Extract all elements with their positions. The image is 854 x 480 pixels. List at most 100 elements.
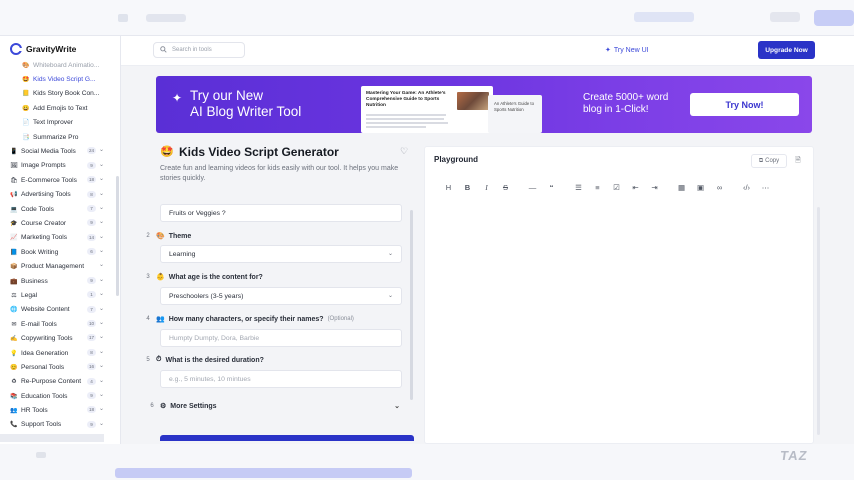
sidebar-item-icon: 📦 [10,264,18,271]
logo-text: GravityWrite [26,44,77,54]
sidebar-item[interactable]: 👥 HR Tools 18 ⌄ [0,403,120,417]
editor-toolbar: H B I S — “ ☰ ≡ ☑ ⇤ ⇥ ▦ ▣ ∞ ‹/› ⋯ [439,181,775,193]
sidebar-item[interactable]: 🌐 Website Content 7 ⌄ [0,303,120,317]
blurred-top-link [634,12,694,22]
blog-preview-card: Mastering Your Game: An Athlete's Compre… [361,86,493,133]
chevron-down-icon: ⌄ [99,276,105,283]
sidebar-item[interactable]: 🖼 Image Prompts 9 ⌄ [0,159,120,173]
blog-preview-2-title: An Athlete's Guide to Sports Nutrition [494,101,534,112]
sidebar-item[interactable]: 😀 Add Emojis to Text [0,101,120,115]
sidebar-item-label: Kids Story Book Con... [33,90,100,98]
tool-form: 🤩 Kids Video Script Generator ♡ Create f… [146,140,418,441]
sidebar-item[interactable]: 📢 Advertising Tools 8 ⌄ [0,188,120,202]
topic-input[interactable]: Fruits or Veggies ? [160,204,402,222]
copy-button[interactable]: ⧉ Copy [751,154,787,168]
age-select[interactable]: Preschoolers (3-5 years) ⌄ [160,287,402,305]
browser-top-bar [0,0,854,36]
copy-label: Copy [765,158,780,164]
image-icon[interactable]: ▣ [691,181,710,193]
try-new-ui-label: Try New UI [613,46,649,54]
duration-input[interactable]: e.g., 5 minutes, 10 mintues [160,370,402,388]
quote-icon[interactable]: “ [542,181,561,193]
text-line [366,114,446,116]
playground-scrollbar[interactable] [817,207,820,435]
sidebar-item[interactable]: 💡 Idea Generation 8 ⌄ [0,346,120,360]
heading-icon[interactable]: H [439,181,458,193]
sidebar-item[interactable]: 📄 Text Improver [0,116,120,130]
ai-blog-writer-banner[interactable]: ✦ Try our New AI Blog Writer Tool Master… [156,76,812,133]
chevron-down-icon: ⌄ [394,403,400,410]
sidebar-item[interactable]: 🤩 Kids Video Script G... [0,72,120,86]
theme-label-text: Theme [168,232,192,240]
more-settings-toggle[interactable]: 6 ⚙ More Settings ⌄ [150,399,402,413]
clock-icon: ⏱ [156,356,162,363]
text-line [366,126,426,128]
sidebar-item[interactable]: ♻ Re-Purpose Content 4 ⌄ [0,375,120,389]
sidebar-item[interactable]: ✍ Copywriting Tools 17 ⌄ [0,331,120,345]
sidebar-item[interactable]: 💼 Business 9 ⌄ [0,274,120,288]
sidebar-item[interactable]: 🎓 Course Creator 9 ⌄ [0,216,120,230]
chevron-down-icon: ⌄ [99,248,105,255]
sidebar-item[interactable]: 🛍 E-Commerce Tools 18 ⌄ [0,173,120,187]
outdent-icon[interactable]: ⇤ [626,181,645,193]
sidebar-item[interactable]: 📒 Kids Story Book Con... [0,87,120,101]
tool-count-badge: 9 [87,161,96,169]
sidebar-item[interactable]: 📦 Product Management ⌄ [0,259,120,273]
sidebar-item[interactable]: 💻 Code Tools 7 ⌄ [0,202,120,216]
sidebar-item[interactable]: 😊 Personal Tools 16 ⌄ [0,360,120,374]
tool-count-badge: 9 [87,391,96,399]
theme-select[interactable]: Learning ⌄ [160,245,402,263]
strikethrough-icon[interactable]: S [496,181,515,193]
try-now-button[interactable]: Try Now! [690,93,799,116]
ordered-list-icon[interactable]: ≡ [588,181,607,193]
bullet-list-icon[interactable]: ☰ [569,181,588,193]
sidebar-scrollbar[interactable] [116,176,119,296]
sidebar-item[interactable]: 📞 Support Tools 9 ⌄ [0,418,120,432]
sidebar-item-icon: 📢 [10,192,18,199]
favorite-heart-icon[interactable]: ♡ [400,146,408,157]
sidebar-item[interactable]: ⚖ Legal 1 ⌄ [0,288,120,302]
chevron-down-icon: ⌄ [387,251,393,257]
checklist-icon[interactable]: ☑ [607,181,626,193]
tool-count-badge: 6 [87,248,96,256]
tool-count-badge: 18 [87,406,97,414]
logo[interactable]: GravityWrite [10,42,76,56]
banner-cta-text: Create 5000+ word blog in 1-Click! [583,92,668,116]
sidebar-item[interactable]: 📘 Book Writing 6 ⌄ [0,245,120,259]
table-icon[interactable]: ▦ [672,181,691,193]
link-icon[interactable]: ∞ [710,181,729,193]
step-number: 6 [150,403,154,409]
sidebar-item[interactable]: 📱 Social Media Tools 24 ⌄ [0,144,120,158]
try-new-ui-link[interactable]: ✦ Try New UI [605,46,649,55]
sidebar-list: 🎨 Whiteboard Animatio... 🤩 Kids Video Scrip… [0,58,120,432]
bold-icon[interactable]: B [458,181,477,193]
theme-icon: 🎨 [156,233,165,240]
banner-cta-line1: Create 5000+ word [583,92,669,103]
search-input[interactable]: Search in tools [153,42,245,58]
code-icon[interactable]: ‹/› [737,181,756,193]
form-scrollbar[interactable] [410,210,413,400]
sidebar-item[interactable]: 📚 Education Tools 9 ⌄ [0,389,120,403]
sidebar-item[interactable]: 📈 Marketing Tools 14 ⌄ [0,231,120,245]
document-icon[interactable]: 🗎 [791,154,805,168]
generate-button[interactable] [160,435,414,441]
tool-count-badge: 16 [87,363,97,371]
sidebar-item[interactable]: 📑 Summarize Pro [0,130,120,144]
tool-count-badge: 7 [87,305,96,313]
tool-count-badge: 7 [87,204,96,212]
italic-icon[interactable]: I [477,181,496,193]
indent-icon[interactable]: ⇥ [645,181,664,193]
characters-input[interactable]: Humpty Dumpty, Dora, Barbie [160,329,402,347]
sidebar-item-label: Idea Generation [21,349,69,357]
sidebar-item[interactable]: ✉ E-mail Tools 10 ⌄ [0,317,120,331]
top-header: Search in tools ✦ Try New UI Upgrade Now [121,36,854,66]
sidebar-item[interactable]: 🎨 Whiteboard Animatio... [0,58,120,72]
sidebar-item-icon: 📄 [22,120,30,127]
upgrade-now-button[interactable]: Upgrade Now [758,41,815,59]
horizontal-rule-icon[interactable]: — [523,181,542,193]
chevron-down-icon: ⌄ [387,293,393,299]
more-options-icon[interactable]: ⋯ [756,181,775,193]
chevron-down-icon: ⌄ [99,305,105,312]
sidebar-item-label: Text Improver [33,119,73,127]
sidebar-item-icon: 💼 [10,278,18,285]
